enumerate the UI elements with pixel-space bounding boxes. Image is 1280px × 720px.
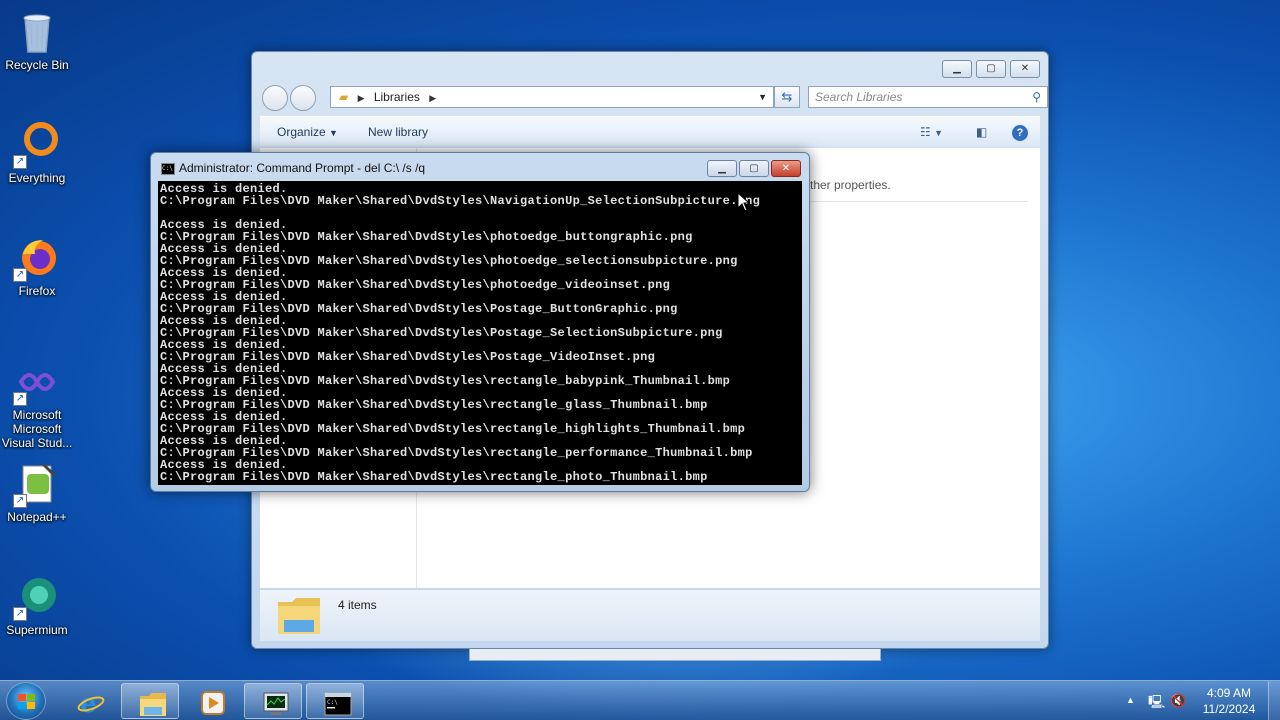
- desktop-icon-visual-studio[interactable]: ↗ Microsoft Microsoft Visual Stud...: [0, 358, 74, 450]
- shortcut-arrow-icon: ↗: [13, 155, 27, 169]
- windows-logo-icon: [18, 694, 36, 710]
- desktop-icon-label: Notepad++: [7, 510, 67, 524]
- show-desktop-button[interactable]: [1268, 681, 1280, 720]
- task-manager-icon: [262, 690, 289, 715]
- clock-date: 11/2/2024: [1202, 702, 1256, 716]
- minimize-button[interactable]: ▁: [707, 160, 737, 177]
- shortcut-arrow-icon: ↗: [13, 607, 27, 621]
- search-input[interactable]: Search Libraries ⚲: [808, 86, 1048, 108]
- recycle-bin-icon: [13, 8, 61, 56]
- command-prompt-window[interactable]: C:\ Administrator: Command Prompt - del …: [150, 152, 810, 492]
- explorer-toolbar: Organize ▼ New library ☷ ▼ ◧ ?: [260, 116, 1040, 146]
- chevron-down-icon: ▼: [329, 128, 338, 138]
- help-icon[interactable]: ?: [1012, 117, 1028, 147]
- library-properties-text: ther properties.: [810, 178, 891, 192]
- network-icon[interactable]: 🖳: [1148, 693, 1165, 715]
- supermium-browser-icon: ↗: [13, 573, 61, 621]
- forward-button[interactable]: [290, 85, 316, 111]
- taskbar-internet-explorer[interactable]: e: [60, 683, 118, 719]
- clock[interactable]: 4:09 AM 11/2/2024: [1192, 685, 1266, 717]
- breadcrumb-arrow-icon[interactable]: ▶: [429, 93, 436, 103]
- console-line: C:\Program Files\DVD Maker\Shared\DvdSty…: [160, 194, 761, 208]
- new-library-button[interactable]: New library: [368, 117, 428, 147]
- address-dropdown-icon[interactable]: ▼: [758, 87, 767, 107]
- breadcrumb-arrow-icon: ▶: [357, 93, 365, 103]
- item-count: 4 items: [338, 598, 377, 612]
- desktop-icon-recycle-bin[interactable]: Recycle Bin: [0, 8, 74, 72]
- taskbar: e C:\ ▲ 🖳 🔇 4:09 AM 11/2/2024: [0, 680, 1280, 720]
- maximize-button[interactable]: ▢: [739, 160, 769, 177]
- back-button[interactable]: [262, 85, 288, 111]
- desktop-icon-firefox[interactable]: ↗ Firefox: [0, 234, 74, 298]
- start-button[interactable]: [6, 682, 46, 720]
- internet-explorer-icon: e: [77, 689, 105, 719]
- volume-muted-icon[interactable]: 🔇: [1170, 693, 1186, 709]
- cmd-window-controls: ▁ ▢ ✕: [707, 160, 801, 177]
- address-bar[interactable]: ▰ ▶ Libraries ▶ ▼: [330, 86, 774, 108]
- console-lines: Access is denied. C:\Program Files\DVD Ma…: [160, 183, 802, 483]
- shortcut-arrow-icon: ↗: [13, 392, 27, 406]
- firefox-icon: ↗: [13, 234, 61, 282]
- console-output[interactable]: Access is denied. C:\Program Files\DVD Ma…: [158, 181, 802, 485]
- minimize-button[interactable]: ▁: [942, 60, 972, 78]
- svg-text:C:\: C:\: [327, 699, 338, 706]
- folder-icon: ▰: [339, 90, 349, 104]
- taskbar-command-prompt[interactable]: C:\: [306, 683, 364, 719]
- desktop-icon-everything[interactable]: ↗ Everything: [0, 121, 74, 185]
- refresh-icon[interactable]: ⇆: [774, 86, 800, 108]
- shortcut-arrow-icon: ↗: [13, 268, 27, 282]
- search-placeholder: Search Libraries: [815, 90, 903, 104]
- desktop-icon-label: Everything: [8, 171, 66, 185]
- desktop-icon-label: Supermium: [6, 623, 68, 637]
- libraries-folder-icon: [276, 594, 322, 636]
- shortcut-arrow-icon: ↗: [13, 494, 27, 508]
- organize-button[interactable]: Organize ▼: [277, 117, 338, 148]
- details-pane: 4 items: [260, 589, 1040, 641]
- close-button[interactable]: ✕: [771, 160, 801, 177]
- window-title: Administrator: Command Prompt - del C:\ …: [179, 161, 426, 175]
- explorer-window-controls: ▁ ▢ ✕: [942, 60, 1040, 78]
- breadcrumb-libraries[interactable]: Libraries: [374, 90, 420, 104]
- visual-studio-icon: ↗: [13, 358, 61, 406]
- command-prompt-icon: C:\: [324, 690, 352, 716]
- command-prompt-icon: C:\: [161, 163, 175, 175]
- desktop-icon-label: Recycle Bin: [5, 58, 69, 72]
- taskbar-windows-explorer[interactable]: [121, 683, 179, 719]
- taskbar-media-player[interactable]: [182, 683, 240, 719]
- search-icon[interactable]: ⚲: [1032, 87, 1041, 107]
- notepad-plus-plus-icon: ↗: [13, 460, 61, 508]
- desktop-icon-label: Microsoft Microsoft Visual Stud...: [1, 408, 73, 450]
- maximize-button[interactable]: ▢: [976, 60, 1006, 78]
- hidden-window-edge: [469, 649, 881, 661]
- everything-search-icon: ↗: [13, 121, 61, 169]
- close-button[interactable]: ✕: [1010, 60, 1040, 78]
- media-player-icon: [199, 689, 225, 715]
- preview-pane-icon[interactable]: ◧: [976, 117, 987, 147]
- folder-icon: [139, 690, 166, 716]
- desktop-icon-label: Firefox: [18, 284, 56, 298]
- taskbar-task-manager[interactable]: [244, 683, 302, 719]
- desktop-icon-notepad-plus-plus[interactable]: ↗ Notepad++: [0, 460, 74, 524]
- show-hidden-icons-icon[interactable]: ▲: [1126, 695, 1135, 705]
- clock-time: 4:09 AM: [1206, 686, 1252, 700]
- desktop-icon-supermium[interactable]: ↗ Supermium: [0, 573, 74, 637]
- view-options-icon[interactable]: ☷ ▼: [920, 117, 943, 148]
- console-line: C:\Program Files\DVD Maker\Shared\DvdSty…: [160, 470, 708, 484]
- address-row: ▰ ▶ Libraries ▶ ▼ ⇆ Search Libraries ⚲: [260, 84, 1048, 111]
